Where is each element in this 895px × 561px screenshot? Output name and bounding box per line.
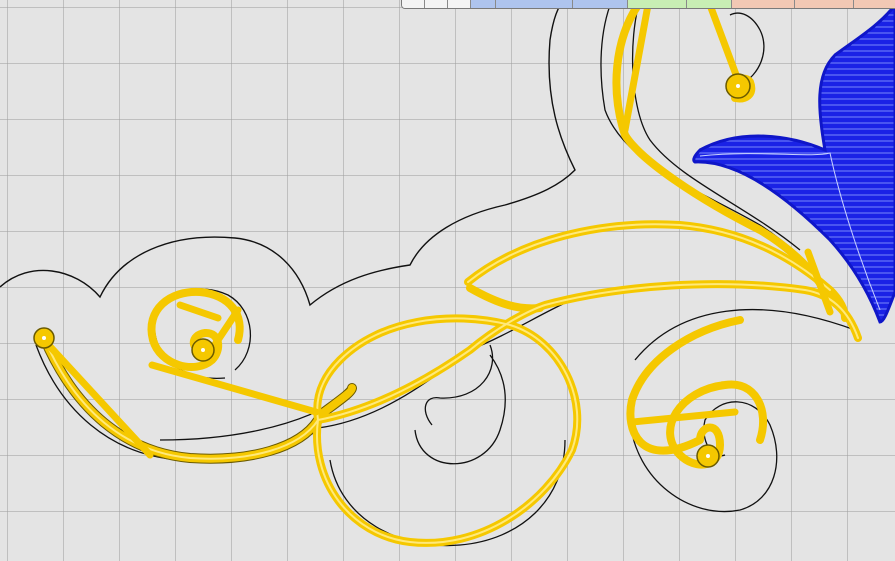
palette-swatch-2[interactable] bbox=[425, 0, 448, 8]
upper-arc-path[interactable] bbox=[464, 220, 849, 322]
palette-swatch-3[interactable] bbox=[448, 0, 471, 8]
travel-segment-2 bbox=[148, 361, 320, 416]
palette-swatch-8[interactable] bbox=[687, 0, 732, 8]
palette-swatch-9[interactable] bbox=[732, 0, 795, 8]
travel-segment-5 bbox=[628, 408, 739, 426]
blue-fill-region[interactable] bbox=[692, 2, 895, 324]
design-canvas[interactable] bbox=[0, 0, 895, 561]
travel-segment-6 bbox=[706, 1, 742, 84]
palette-swatch-7[interactable] bbox=[628, 0, 687, 8]
right-spiral-path[interactable] bbox=[626, 316, 768, 469]
palette-swatch-4[interactable] bbox=[471, 0, 496, 8]
palette-swatch-1[interactable] bbox=[402, 0, 425, 8]
top-curl-outline[interactable] bbox=[631, 0, 801, 251]
color-palette-strip[interactable] bbox=[401, 0, 895, 9]
vector-artwork[interactable] bbox=[0, 0, 895, 561]
center-spiral-outline[interactable] bbox=[414, 344, 506, 465]
palette-swatch-5[interactable] bbox=[496, 0, 573, 8]
travel-segment-3 bbox=[176, 301, 222, 322]
border-outline-path[interactable] bbox=[0, 0, 576, 307]
palette-swatch-6[interactable] bbox=[573, 0, 628, 8]
travel-segment-1 bbox=[40, 336, 154, 459]
palette-swatch-11[interactable] bbox=[854, 0, 895, 8]
palette-swatch-10[interactable] bbox=[795, 0, 854, 8]
